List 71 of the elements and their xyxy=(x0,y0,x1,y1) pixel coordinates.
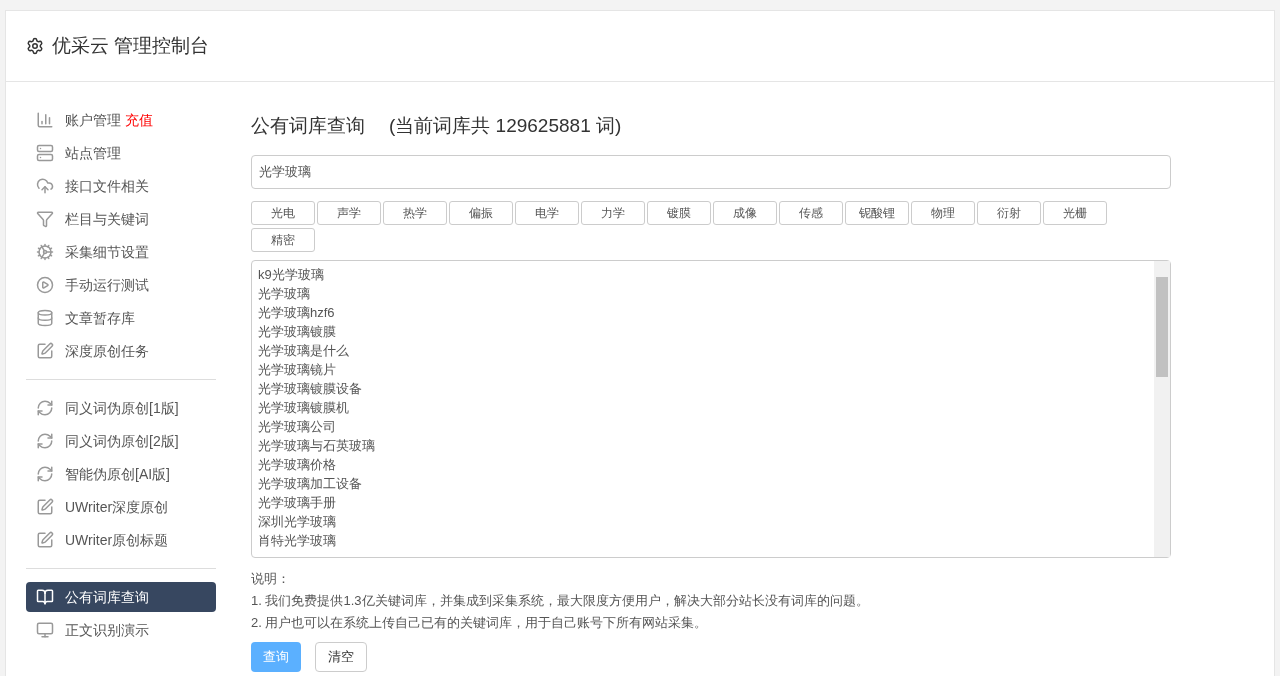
tag-button[interactable]: 衍射 xyxy=(977,200,1041,225)
page-title: 公有词库查询 xyxy=(251,114,365,138)
result-item[interactable]: 光学玻璃是什么 xyxy=(258,340,1148,360)
tag-button[interactable]: 偏振 xyxy=(449,200,513,225)
result-item[interactable]: 光学玻璃价格 xyxy=(258,454,1148,474)
tag-button[interactable]: 成像 xyxy=(713,200,777,225)
note-text: 说明： xyxy=(251,569,291,588)
sidebar-item[interactable]: 手动运行测试 xyxy=(26,270,216,300)
monitor-icon xyxy=(36,621,54,639)
edit-icon xyxy=(36,531,54,549)
sidebar-item[interactable]: 同义词伪原创[2版] xyxy=(26,426,216,456)
tag-button[interactable]: 铌酸锂 xyxy=(845,200,909,225)
gear-icon xyxy=(36,243,54,261)
sidebar-item[interactable]: 同义词伪原创[1版] xyxy=(26,393,216,423)
sidebar-item[interactable]: 深度原创任务 xyxy=(26,336,216,366)
result-item[interactable]: k9光学玻璃 xyxy=(258,264,1148,284)
bar-chart-icon xyxy=(36,111,54,129)
sidebar-item[interactable]: 公有词库查询 xyxy=(26,582,216,612)
sidebar-item[interactable]: 账户管理 充值 xyxy=(26,105,216,135)
search-field[interactable]: 光学玻璃 xyxy=(251,154,1171,189)
console-title: 优采云 管理控制台 xyxy=(52,33,210,58)
tag-button[interactable]: 热学 xyxy=(383,200,447,225)
edit-icon xyxy=(36,498,54,516)
sidebar-item[interactable]: 接口文件相关 xyxy=(26,171,216,201)
tag-button[interactable]: 传感 xyxy=(779,200,843,225)
tag-button[interactable]: 声学 xyxy=(317,200,381,225)
result-list[interactable]: k9光学玻璃 光学玻璃 光学玻璃hzf6 光学玻璃镀膜 光学玻璃是什么 光学玻璃镜片 光学玻璃镀膜设备 光学玻璃镀膜机 光学玻璃公司 光学玻璃与石英玻璃 光学玻璃价格 光学玻璃加工设备 光学玻璃手册 深圳光学玻璃 肖特光学玻璃 xyxy=(251,259,1171,558)
refresh-icon xyxy=(36,432,54,450)
clear-button[interactable]: 清空 xyxy=(315,641,367,672)
sidebar-item[interactable]: UWriter深度原创 xyxy=(26,492,216,522)
sidebar-item[interactable]: 采集细节设置 xyxy=(26,237,216,267)
result-item[interactable]: 深圳光学玻璃 xyxy=(258,511,1148,531)
result-item[interactable]: 肖特光学玻璃 xyxy=(258,530,1148,550)
note-text: 1. 我们免费提供1.3亿关键词库，并集成到采集系统，最大限度方便用户，解决大部分站长没有词库的问题。 xyxy=(251,591,870,610)
scrollbar[interactable] xyxy=(1154,260,1170,557)
tag-button[interactable]: 光电 xyxy=(251,200,315,225)
result-item[interactable]: 光学玻璃与石英玻璃 xyxy=(258,435,1148,455)
result-item[interactable]: 光学玻璃镀膜 xyxy=(258,321,1148,341)
result-item[interactable]: 光学玻璃镜片 xyxy=(258,359,1148,379)
database-icon xyxy=(36,309,54,327)
tag-button[interactable]: 力学 xyxy=(581,200,645,225)
refresh-icon xyxy=(36,399,54,417)
sidebar-item[interactable]: 智能伪原创[AI版] xyxy=(26,459,216,489)
refresh-icon xyxy=(36,465,54,483)
play-icon xyxy=(36,276,54,294)
result-item[interactable]: 光学玻璃镀膜机 xyxy=(258,397,1148,417)
filter-icon xyxy=(36,210,54,228)
edit-icon xyxy=(36,342,54,360)
sidebar-item[interactable]: 正文识别演示 xyxy=(26,615,216,645)
sidebar-item[interactable]: UWriter原创标题 xyxy=(26,525,216,555)
sidebar-item[interactable]: 栏目与关键词 xyxy=(26,204,216,234)
result-item[interactable]: 光学玻璃镀膜设备 xyxy=(258,378,1148,398)
tag-button[interactable]: 光栅 xyxy=(1043,200,1107,225)
tag-button[interactable]: 精密 xyxy=(251,227,315,252)
note-text: 2. 用户也可以在系统上传自己已有的关键词库，用于自己账号下所有网站采集。 xyxy=(251,613,709,632)
result-item[interactable]: 光学玻璃hzf6 xyxy=(258,302,1148,322)
word-count: (当前词库共 129625881 词) xyxy=(389,114,622,138)
settings-icon xyxy=(26,37,44,55)
server-icon xyxy=(36,144,54,162)
result-item[interactable]: 光学玻璃手册 xyxy=(258,492,1148,512)
book-icon xyxy=(36,588,54,606)
sidebar-item[interactable]: 站点管理 xyxy=(26,138,216,168)
cloud-upload-icon xyxy=(36,177,54,195)
recharge-link[interactable]: 充值 xyxy=(125,111,153,128)
result-item[interactable]: 光学玻璃 xyxy=(258,283,1148,303)
tag-button[interactable]: 物理 xyxy=(911,200,975,225)
tag-button[interactable]: 电学 xyxy=(515,200,579,225)
sidebar-item[interactable]: 文章暂存库 xyxy=(26,303,216,333)
result-item[interactable]: 光学玻璃加工设备 xyxy=(258,473,1148,493)
tag-button[interactable]: 镀膜 xyxy=(647,200,711,225)
result-item[interactable]: 光学玻璃公司 xyxy=(258,416,1148,436)
